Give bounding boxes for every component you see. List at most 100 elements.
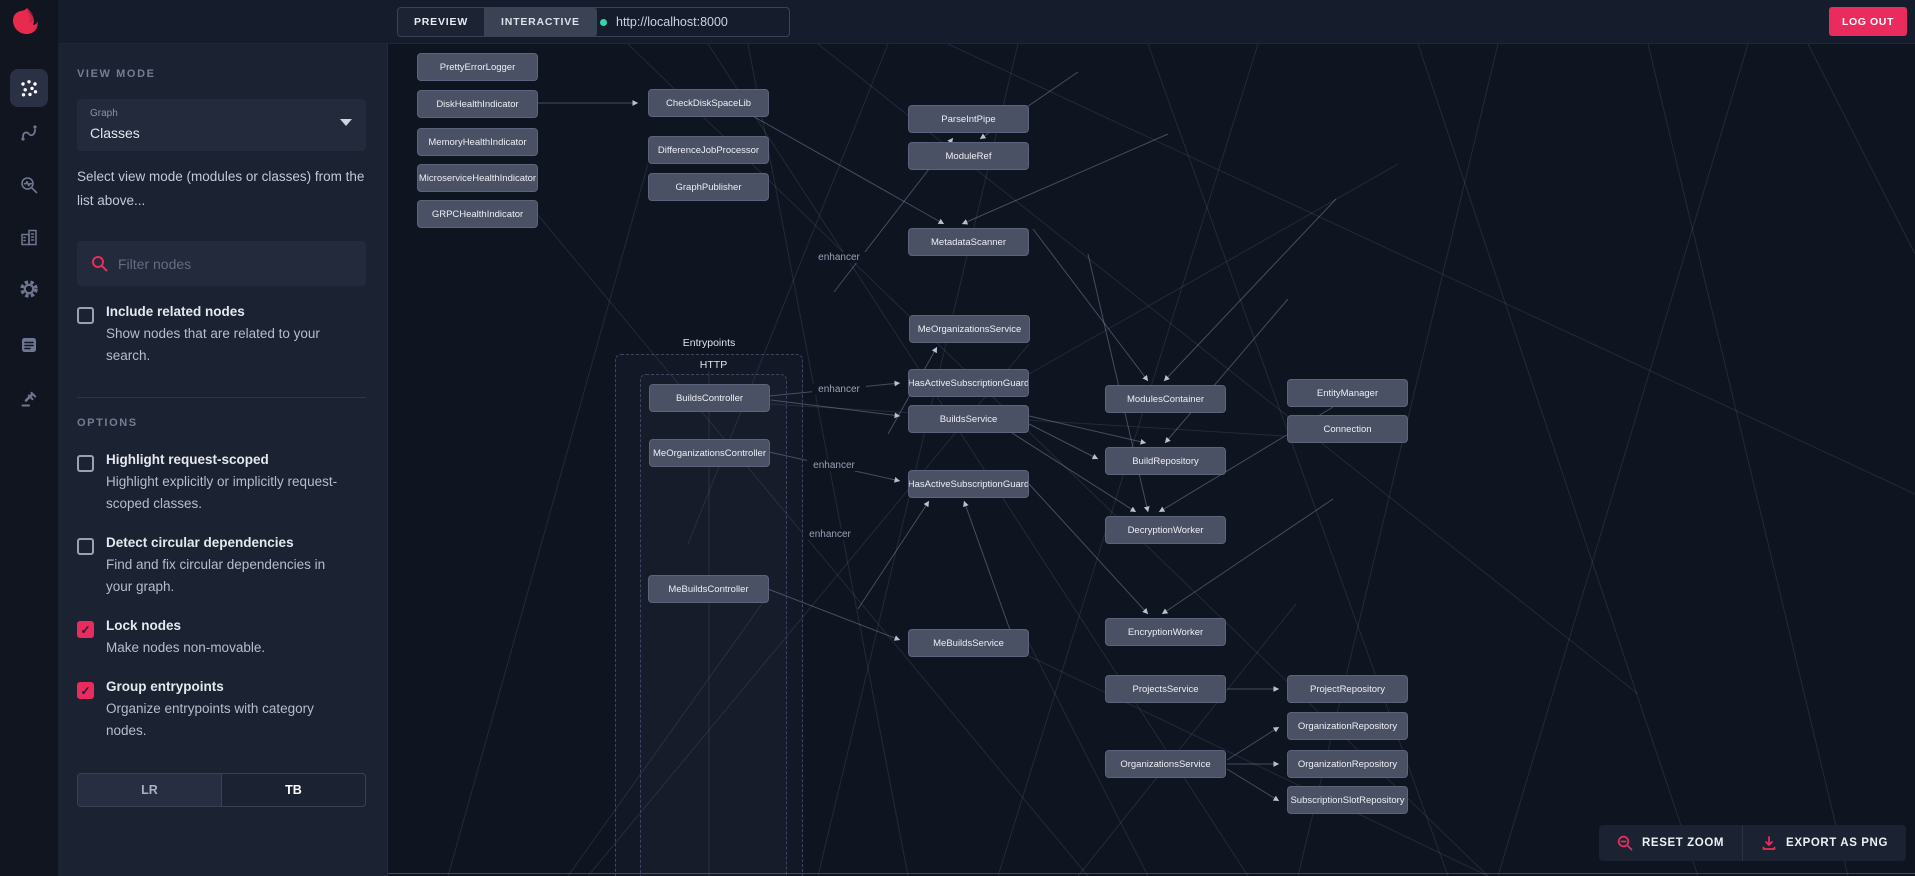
filter-nodes-box xyxy=(77,241,366,286)
graph-select-label: Graph xyxy=(90,108,118,119)
option-lock-nodes: ✓ Lock nodes Make nodes non-movable. xyxy=(77,615,371,659)
graph-node[interactable]: CheckDiskSpaceLib xyxy=(648,89,769,117)
connection-status-dot xyxy=(600,18,607,26)
option-title: Group entrypoints xyxy=(106,679,224,694)
include-related-desc: Show nodes that are related to your sear… xyxy=(106,326,320,363)
graph-node[interactable]: MeBuildsController xyxy=(648,575,769,603)
graph-node[interactable]: ModulesContainer xyxy=(1105,385,1226,413)
option-highlight-request-scoped: Highlight request-scoped Highlight expli… xyxy=(77,449,371,515)
graph-select[interactable]: Graph Classes xyxy=(77,99,366,151)
canvas-bottom-scrollbar[interactable] xyxy=(388,873,1915,874)
option-desc: Organize entrypoints with category nodes… xyxy=(106,701,314,738)
lock-nodes-checkbox[interactable]: ✓ xyxy=(77,621,94,638)
graph-node[interactable]: HasActiveSubscriptionGuard xyxy=(908,369,1029,397)
include-related-row: Include related nodes Show nodes that ar… xyxy=(77,301,371,367)
include-related-checkbox[interactable] xyxy=(77,307,94,324)
direction-tb-button[interactable]: TB xyxy=(221,774,365,806)
graph-node[interactable]: MeOrganizationsController xyxy=(649,439,770,467)
divider xyxy=(77,397,366,398)
graph-node[interactable]: EncryptionWorker xyxy=(1105,618,1226,646)
export-png-button[interactable]: EXPORT AS PNG xyxy=(1742,825,1906,861)
graph-node[interactable]: MemoryHealthIndicator xyxy=(417,128,538,156)
rail-item-organizations[interactable] xyxy=(10,218,48,256)
group-label-entrypoints: Entrypoints xyxy=(682,337,736,349)
graph-node[interactable]: MetadataScanner xyxy=(908,228,1029,256)
filter-nodes-input[interactable] xyxy=(118,255,348,272)
graph-node[interactable]: DecryptionWorker xyxy=(1105,516,1226,544)
graph-node[interactable]: OrganizationRepository xyxy=(1287,750,1408,778)
reset-zoom-label: RESET ZOOM xyxy=(1642,837,1725,849)
rail-item-routes[interactable] xyxy=(10,114,48,152)
zoom-out-icon xyxy=(1617,835,1633,851)
graph-node[interactable]: BuildRepository xyxy=(1105,447,1226,475)
view-mode-heading: VIEW MODE xyxy=(77,68,156,80)
graph-canvas[interactable]: Entrypoints HTTP enhancer enhancer enhan… xyxy=(388,44,1915,876)
view-mode-hint: Select view mode (modules or classes) fr… xyxy=(77,169,365,208)
graph-node[interactable]: OrganizationRepository xyxy=(1287,712,1408,740)
graph-node[interactable]: OrganizationsService xyxy=(1105,750,1226,778)
graph-node[interactable]: ProjectRepository xyxy=(1287,675,1408,703)
gavel-icon xyxy=(21,391,37,407)
target-url-field[interactable]: http://localhost:8000 xyxy=(586,7,790,37)
reset-zoom-button[interactable]: RESET ZOOM xyxy=(1599,825,1742,861)
graph-node[interactable]: SubscriptionSlotRepository xyxy=(1287,786,1408,814)
rail-item-audit[interactable] xyxy=(10,380,48,418)
download-icon xyxy=(1762,836,1776,850)
option-desc: Find and fix circular dependencies in yo… xyxy=(106,557,326,594)
graph-node[interactable]: PrettyErrorLogger xyxy=(417,53,538,81)
graph-node[interactable]: MeBuildsService xyxy=(908,629,1029,657)
option-desc: Highlight explicitly or implicitly reque… xyxy=(106,474,338,511)
edge-label-enhancer: enhancer xyxy=(812,252,866,263)
highlight-request-scoped-checkbox[interactable] xyxy=(77,455,94,472)
chevron-down-icon xyxy=(340,119,352,126)
tab-preview[interactable]: PREVIEW xyxy=(398,8,485,36)
graph-node[interactable]: BuildsController xyxy=(649,384,770,412)
graph-node[interactable]: GraphPublisher xyxy=(648,173,769,201)
icon-rail xyxy=(0,0,58,876)
group-entrypoints-checkbox[interactable]: ✓ xyxy=(77,682,94,699)
graph-node[interactable]: MicroserviceHealthIndicator xyxy=(417,164,538,192)
layout-direction-toggle: LR TB xyxy=(77,773,366,807)
rail-item-inspect[interactable] xyxy=(10,166,48,204)
inspect-icon xyxy=(21,177,38,194)
group-label-http: HTTP xyxy=(699,359,728,371)
sidebar: VIEW MODE Graph Classes Select view mode… xyxy=(58,44,388,876)
graph-node[interactable]: EntityManager xyxy=(1287,379,1408,407)
detect-circular-checkbox[interactable] xyxy=(77,538,94,555)
option-title: Lock nodes xyxy=(106,618,182,633)
rail-item-graph-view[interactable] xyxy=(10,69,48,107)
option-title: Detect circular dependencies xyxy=(106,535,294,550)
graph-node[interactable]: HasActiveSubscriptionGuard xyxy=(908,470,1029,498)
view-tabs: PREVIEW INTERACTIVE xyxy=(397,7,597,37)
direction-lr-button[interactable]: LR xyxy=(78,774,221,806)
canvas-controls: RESET ZOOM EXPORT AS PNG xyxy=(1599,825,1906,861)
option-desc: Make nodes non-movable. xyxy=(106,640,266,655)
option-detect-circular: Detect circular dependencies Find and fi… xyxy=(77,532,371,598)
tab-interactive[interactable]: INTERACTIVE xyxy=(484,8,596,36)
search-icon xyxy=(92,256,108,272)
option-title: Highlight request-scoped xyxy=(106,452,269,467)
logout-button[interactable]: LOG OUT xyxy=(1828,7,1907,36)
export-png-label: EXPORT AS PNG xyxy=(1786,837,1888,849)
graph-node[interactable]: Connection xyxy=(1287,415,1408,443)
graph-select-value: Classes xyxy=(90,125,140,141)
gear-icon xyxy=(20,280,38,298)
nestjs-logo xyxy=(10,6,40,41)
organizations-icon xyxy=(21,229,37,246)
target-url: http://localhost:8000 xyxy=(616,15,728,29)
option-group-entrypoints: ✓ Group entrypoints Organize entrypoints… xyxy=(77,676,371,742)
top-bar: PREVIEW INTERACTIVE http://localhost:800… xyxy=(58,0,1915,44)
rail-item-settings[interactable] xyxy=(10,270,48,308)
graph-node[interactable]: ModuleRef xyxy=(908,142,1029,170)
graph-node[interactable]: ProjectsService xyxy=(1105,675,1226,703)
graph-node[interactable]: DiskHealthIndicator xyxy=(417,90,538,118)
rail-item-logs[interactable] xyxy=(10,326,48,364)
graph-node[interactable]: GRPCHealthIndicator xyxy=(417,200,538,228)
include-related-title: Include related nodes xyxy=(106,304,245,319)
graph-node[interactable]: ParseIntPipe xyxy=(908,105,1029,133)
graph-node[interactable]: MeOrganizationsService xyxy=(909,315,1030,343)
graph-node[interactable]: BuildsService xyxy=(908,405,1029,433)
edge-label-enhancer: enhancer xyxy=(803,529,857,540)
graph-view-icon xyxy=(21,80,38,97)
graph-node[interactable]: DifferenceJobProcessor xyxy=(648,136,769,164)
